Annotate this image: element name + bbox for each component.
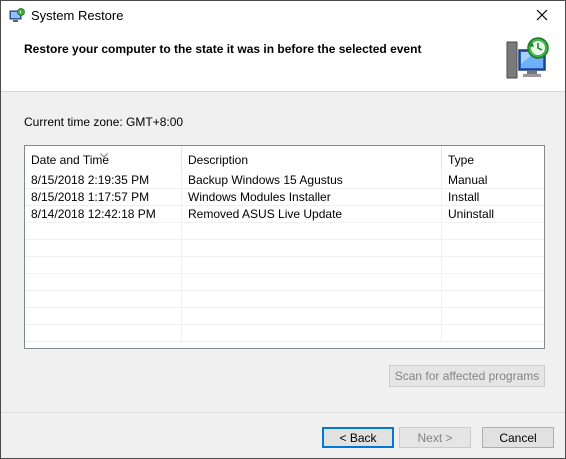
cell-date-time: 8/15/2018 2:19:35 PM <box>31 173 150 187</box>
system-restore-icon <box>9 8 25 24</box>
list-body: 8/15/2018 2:19:35 PM Backup Windows 15 A… <box>25 172 544 342</box>
empty-row <box>25 308 544 325</box>
cell-type: Install <box>448 190 480 204</box>
system-restore-window: System Restore Restore your computer to … <box>0 0 566 459</box>
empty-row <box>25 240 544 257</box>
column-label: Date and Time <box>31 153 110 167</box>
sort-down-icon <box>100 147 108 158</box>
empty-row <box>25 274 544 291</box>
empty-row <box>25 325 544 342</box>
header-divider <box>1 91 565 92</box>
restore-computer-icon <box>505 36 555 86</box>
next-button[interactable]: Next > <box>399 427 471 448</box>
table-row[interactable]: 8/15/2018 2:19:35 PM Backup Windows 15 A… <box>25 172 544 189</box>
title-bar[interactable]: System Restore <box>1 1 565 31</box>
column-header-type[interactable]: Type <box>442 146 544 172</box>
empty-row <box>25 257 544 274</box>
empty-row <box>25 223 544 240</box>
table-row[interactable]: 8/14/2018 12:42:18 PM Removed ASUS Live … <box>25 206 544 223</box>
back-button[interactable]: < Back <box>322 427 394 448</box>
column-header-date-time[interactable]: Date and Time <box>25 146 182 172</box>
cell-description: Removed ASUS Live Update <box>188 207 343 221</box>
scan-affected-programs-button[interactable]: Scan for affected programs <box>389 365 545 387</box>
list-header: Date and Time Description Type <box>25 146 544 172</box>
cell-date-time: 8/15/2018 1:17:57 PM <box>31 190 150 204</box>
restore-points-list[interactable]: Date and Time Description Type 8/15/2018… <box>24 145 545 349</box>
window-title: System Restore <box>31 8 124 23</box>
cancel-button[interactable]: Cancel <box>482 427 554 448</box>
empty-row <box>25 291 544 308</box>
page-heading: Restore your computer to the state it wa… <box>24 42 422 56</box>
column-label: Type <box>448 153 475 167</box>
timezone-label: Current time zone: GMT+8:00 <box>24 115 184 129</box>
column-label: Description <box>188 153 249 167</box>
header-band: Restore your computer to the state it wa… <box>1 31 565 91</box>
table-row[interactable]: 8/15/2018 1:17:57 PM Windows Modules Ins… <box>25 189 544 206</box>
close-icon <box>536 9 548 24</box>
footer-divider <box>1 412 565 413</box>
cell-type: Uninstall <box>448 207 495 221</box>
cell-date-time: 8/14/2018 12:42:18 PM <box>31 207 156 221</box>
column-header-description[interactable]: Description <box>182 146 442 172</box>
cell-description: Windows Modules Installer <box>188 190 331 204</box>
cell-description: Backup Windows 15 Agustus <box>188 173 343 187</box>
cell-type: Manual <box>448 173 488 187</box>
close-button[interactable] <box>519 1 565 31</box>
